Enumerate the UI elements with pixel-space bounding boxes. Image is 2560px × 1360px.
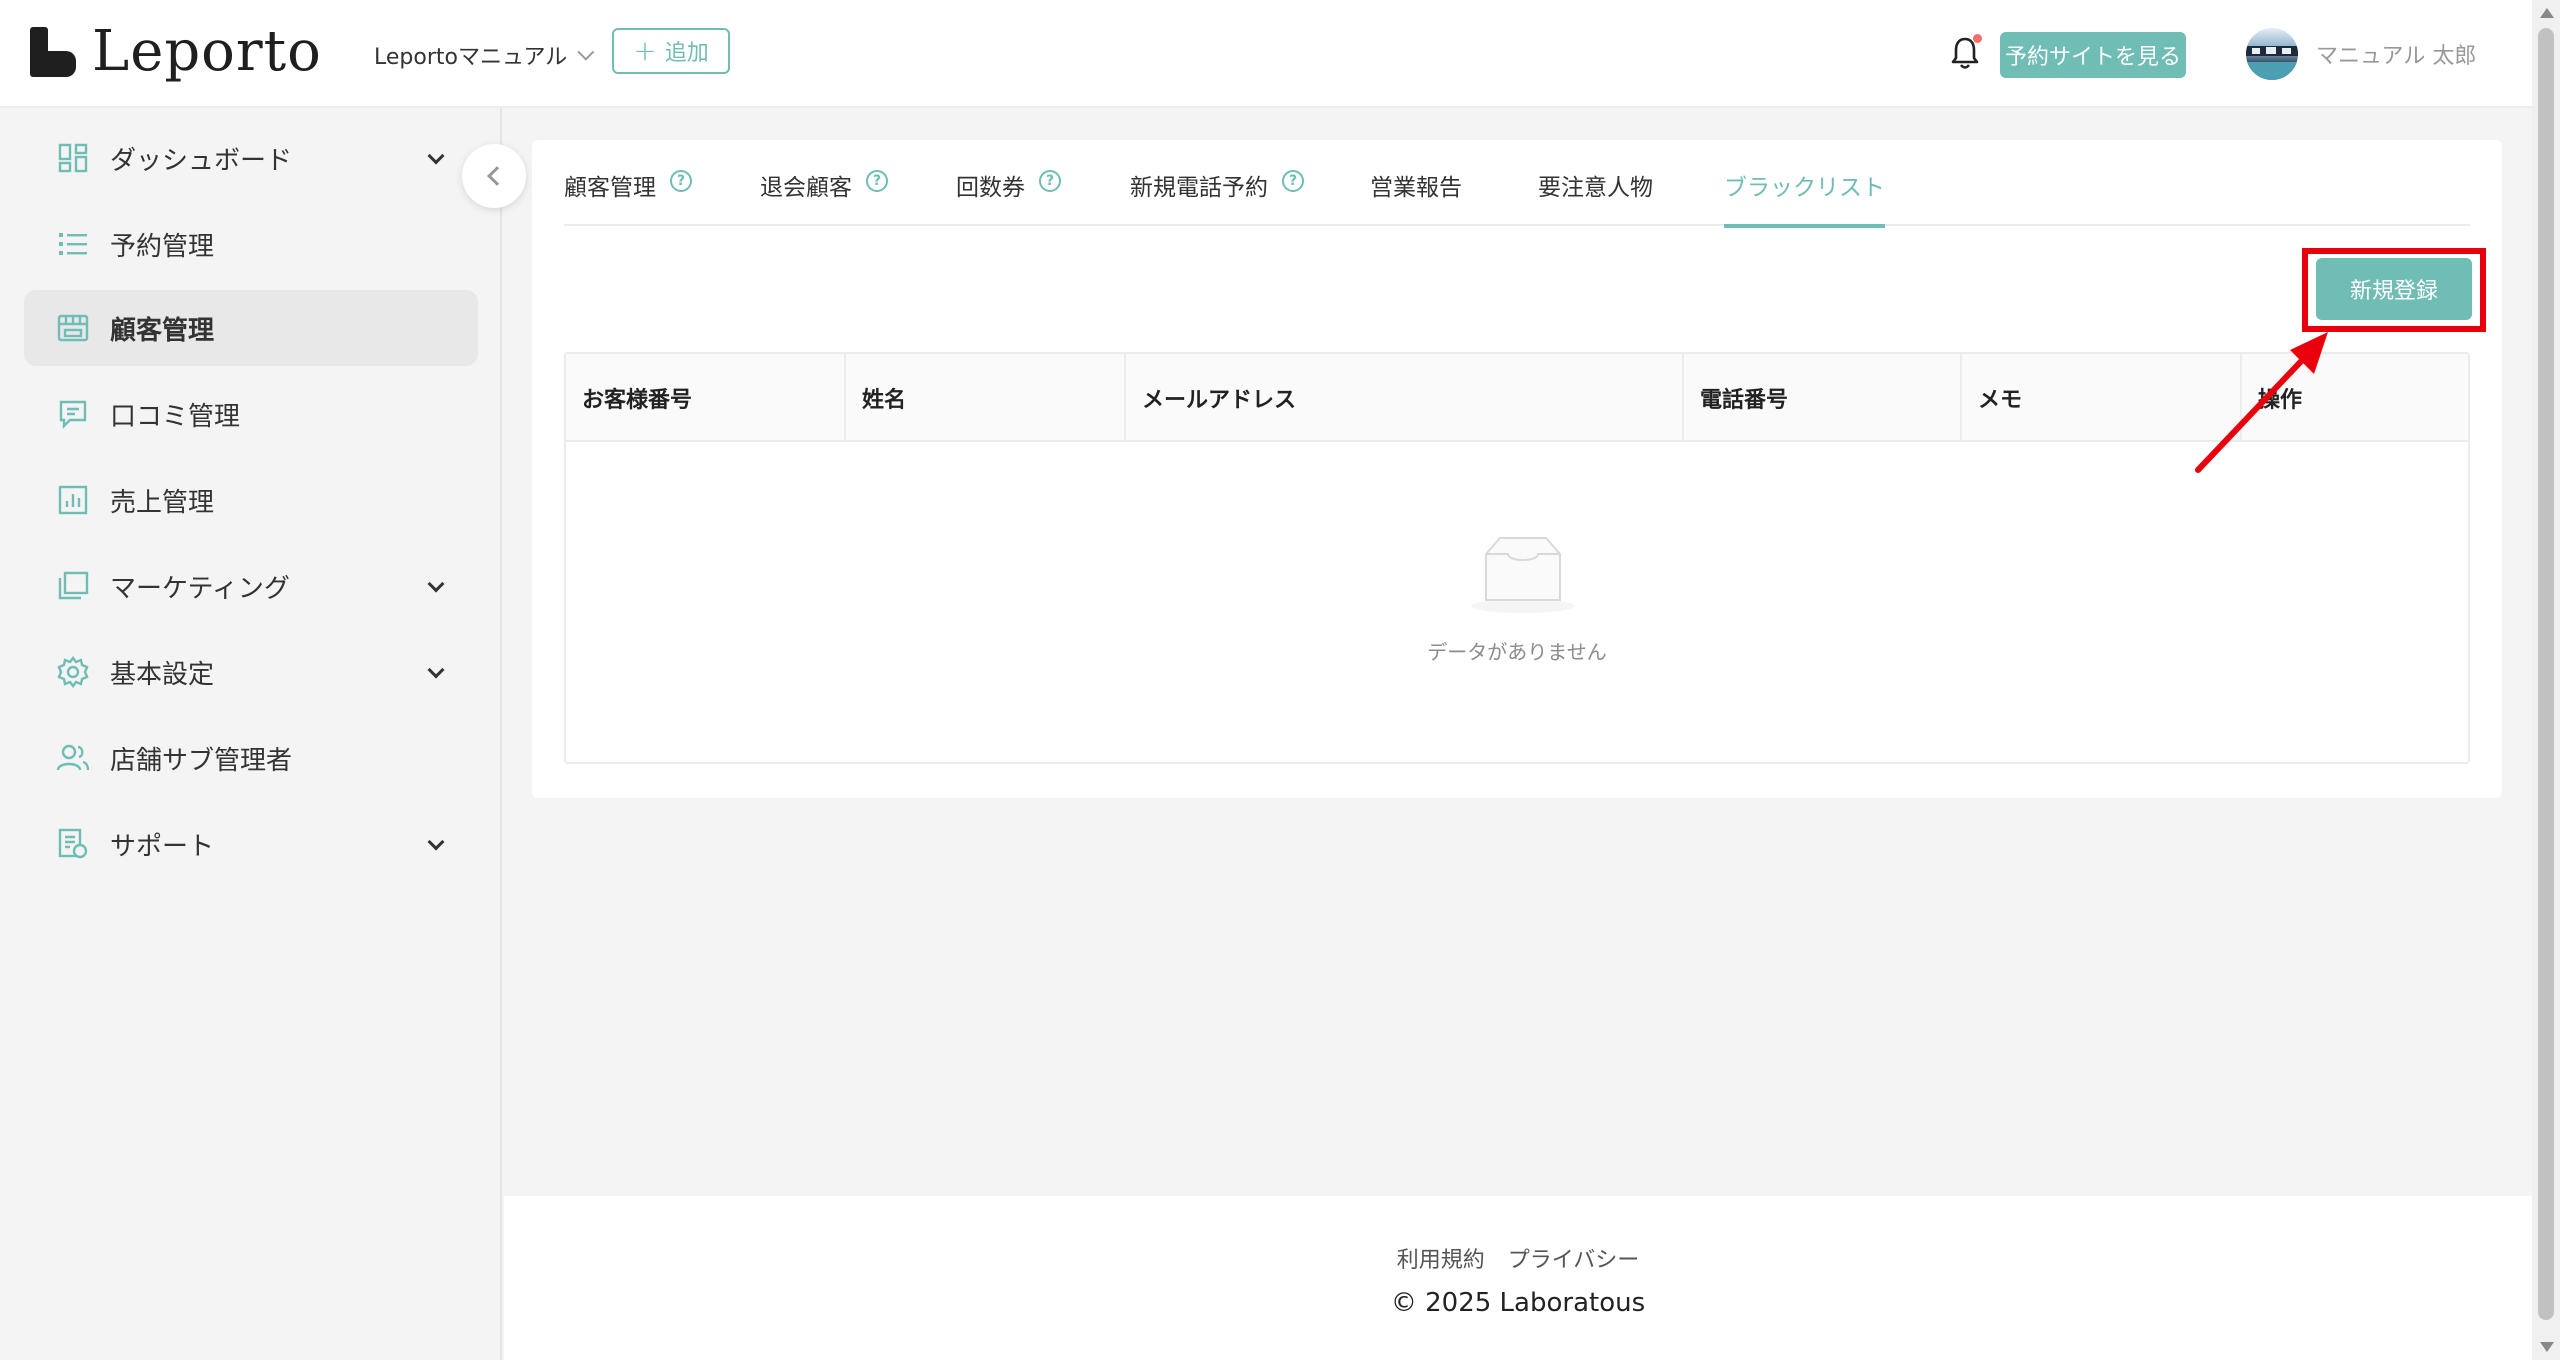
sidebar-item-sales[interactable]: 売上管理 [24, 462, 478, 538]
tab-caution-persons[interactable]: 要注意人物 [1538, 168, 1653, 226]
scroll-down-arrow-icon[interactable] [2540, 1342, 2554, 1352]
footer: 利用規約 プライバシー © 2025 Laboratous [504, 1196, 2532, 1360]
sidebar-item-support[interactable]: サポート [24, 806, 478, 882]
copyright: © 2025 Laboratous [504, 1288, 2532, 1318]
privacy-link[interactable]: プライバシー [1508, 1248, 1640, 1273]
column-header-actions: 操作 [2240, 354, 2470, 442]
store-selector[interactable]: Leportoマニュアル [374, 36, 595, 74]
scroll-up-arrow-icon[interactable] [2540, 8, 2554, 18]
sidebar: ダッシュボード 予約管理 顧客管理 口コミ管理 売上管理 マーケティング 基本設… [0, 108, 502, 1360]
main-card: 顧客管理 ? 退会顧客 ? 回数券 ? 新規電話予約 ? 営業報告 要注意人物 … [532, 140, 2502, 798]
new-register-button[interactable]: 新規登録 [2316, 258, 2472, 320]
view-reservation-site-button[interactable]: 予約サイトを見る [2000, 32, 2186, 78]
add-button[interactable]: + 追加 [612, 28, 730, 74]
sidebar-item-reservations[interactable]: 予約管理 [24, 206, 478, 282]
leporto-logo[interactable]: Leporto [30, 24, 322, 80]
column-header-email: メールアドレス [1124, 354, 1682, 442]
add-button-label: 追加 [664, 41, 709, 66]
sidebar-item-label: サポート [110, 831, 215, 862]
sidebar-item-label: 売上管理 [110, 487, 215, 518]
list-icon [56, 227, 90, 261]
sidebar-item-sub-admins[interactable]: 店舗サブ管理者 [24, 720, 478, 796]
tab-blacklist[interactable]: ブラックリスト [1724, 168, 1885, 228]
chevron-down-icon [427, 661, 445, 679]
store-name: Leportoマニュアル [374, 45, 568, 70]
avatar [2246, 28, 2298, 80]
sidebar-item-dashboard[interactable]: ダッシュボード [24, 120, 478, 196]
gear-icon [56, 655, 90, 689]
tab-label: ブラックリスト [1724, 175, 1885, 201]
empty-inbox-icon [1468, 534, 1578, 614]
sidebar-item-label: 基本設定 [110, 659, 215, 690]
tab-withdrawn-customers[interactable]: 退会顧客 ? [760, 168, 888, 226]
sidebar-collapse-button[interactable] [462, 144, 526, 208]
chevron-down-icon [427, 575, 445, 593]
tab-label: 要注意人物 [1538, 175, 1653, 201]
empty-state: データがありません [566, 444, 2468, 764]
sidebar-item-label: ダッシュボード [110, 145, 293, 176]
column-header-customer-number: お客様番号 [582, 388, 693, 413]
sidebar-item-label: 予約管理 [110, 231, 215, 262]
help-icon[interactable]: ? [1282, 170, 1304, 192]
sidebar-item-label: 口コミ管理 [110, 401, 241, 432]
scrollbar-thumb[interactable] [2538, 28, 2554, 1320]
column-header-memo: メモ [1960, 354, 2240, 442]
chevron-down-icon [427, 147, 445, 165]
column-header-name: 姓名 [844, 354, 1124, 442]
logo-text: Leporto [92, 19, 322, 84]
chevron-down-icon [427, 833, 445, 851]
store-icon [56, 311, 90, 345]
plus-icon: + [633, 34, 657, 67]
tab-coupon-tickets[interactable]: 回数券 ? [956, 168, 1061, 226]
copyright-icon: © [1390, 1288, 1417, 1318]
empty-state-text: データがありません [1427, 640, 1607, 664]
top-header: Leporto Leportoマニュアル + 追加 予約サイトを見る マニュアル… [0, 0, 2532, 108]
tab-label: 営業報告 [1370, 175, 1462, 201]
vertical-scrollbar[interactable] [2532, 0, 2560, 1360]
review-icon [56, 397, 90, 431]
tab-new-phone-reservation[interactable]: 新規電話予約 ? [1130, 168, 1304, 226]
sidebar-item-marketing[interactable]: マーケティング [24, 548, 478, 624]
tab-label: 新規電話予約 [1130, 175, 1268, 201]
tab-business-report[interactable]: 営業報告 [1370, 168, 1462, 226]
column-header-phone: 電話番号 [1682, 354, 1960, 442]
sidebar-item-settings[interactable]: 基本設定 [24, 634, 478, 710]
copyright-text: 2025 Laboratous [1425, 1288, 1646, 1318]
sidebar-item-reviews[interactable]: 口コミ管理 [24, 376, 478, 452]
users-icon [56, 741, 90, 775]
sales-chart-icon [56, 483, 90, 517]
notification-bell-icon[interactable] [1950, 34, 1982, 72]
footer-links: 利用規約 プライバシー [504, 1242, 2532, 1274]
support-icon [56, 827, 90, 861]
chevron-down-icon [577, 43, 595, 61]
help-icon[interactable]: ? [670, 170, 692, 192]
terms-link[interactable]: 利用規約 [1397, 1248, 1485, 1273]
sidebar-item-label: マーケティング [110, 573, 290, 604]
tab-label: 回数券 [956, 175, 1025, 201]
sidebar-item-label: 店舗サブ管理者 [110, 745, 293, 776]
help-icon[interactable]: ? [866, 170, 888, 192]
user-name: マニュアル 太郎 [2316, 44, 2477, 69]
blacklist-table: お客様番号 姓名 メールアドレス 電話番号 メモ 操作 データがありません [564, 352, 2470, 764]
tab-label: 退会顧客 [760, 175, 852, 201]
logo-mark-icon [30, 27, 78, 77]
dashboard-icon [56, 141, 90, 175]
user-menu[interactable]: マニュアル 太郎 [2246, 26, 2476, 82]
table-header: お客様番号 姓名 メールアドレス 電話番号 メモ 操作 [566, 354, 2468, 442]
sidebar-item-label: 顧客管理 [110, 315, 215, 346]
sidebar-item-customers[interactable]: 顧客管理 [24, 290, 478, 366]
tab-label: 顧客管理 [564, 175, 656, 201]
chevron-left-icon [487, 166, 507, 186]
help-icon[interactable]: ? [1039, 170, 1061, 192]
notification-dot [1973, 34, 1982, 43]
tab-customers[interactable]: 顧客管理 ? [564, 168, 692, 226]
tab-bar: 顧客管理 ? 退会顧客 ? 回数券 ? 新規電話予約 ? 営業報告 要注意人物 … [564, 140, 2470, 228]
marketing-icon [56, 569, 90, 603]
